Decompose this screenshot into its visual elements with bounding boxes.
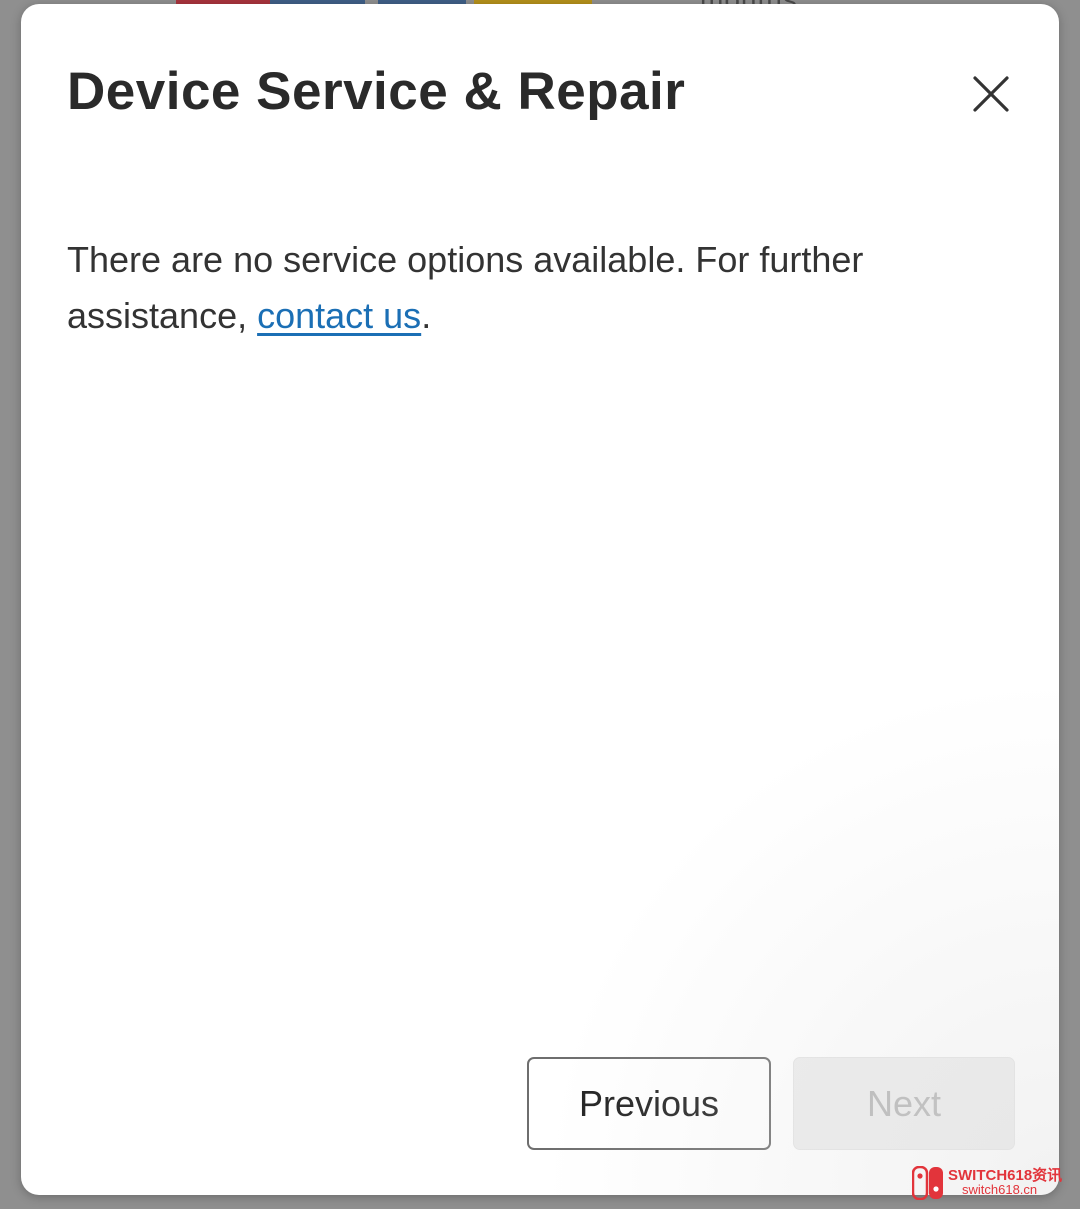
close-icon xyxy=(973,76,1009,112)
contact-us-link[interactable]: contact us xyxy=(257,295,421,336)
dialog-title: Device Service & Repair xyxy=(67,62,686,121)
message-period: . xyxy=(421,295,432,336)
watermark: SWITCH618资讯 switch618.cn xyxy=(910,1164,1080,1202)
message-text: There are no service options available. … xyxy=(67,239,864,336)
switch-logo-icon xyxy=(912,1166,943,1200)
dialog-message: There are no service options available. … xyxy=(67,232,967,344)
watermark-url: switch618.cn xyxy=(962,1182,1038,1197)
close-button[interactable] xyxy=(967,70,1015,118)
next-button[interactable]: Next xyxy=(793,1057,1015,1150)
service-repair-dialog: Device Service & Repair There are no ser… xyxy=(21,4,1059,1195)
previous-button[interactable]: Previous xyxy=(527,1057,771,1150)
